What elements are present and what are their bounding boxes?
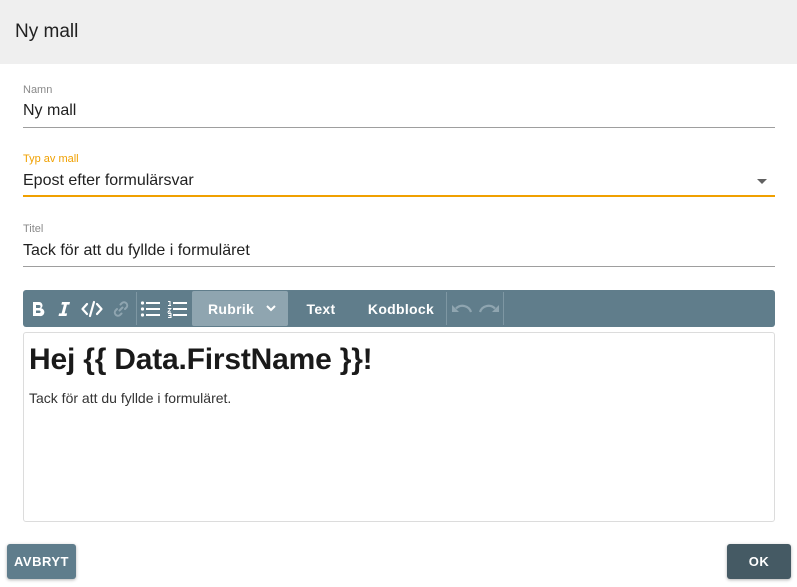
rich-text-editor[interactable]: Hej {{ Data.FirstName }}! Tack för att d… xyxy=(23,332,775,522)
cancel-button[interactable]: AVBRYT xyxy=(7,544,76,579)
bullet-list-icon xyxy=(140,300,160,317)
undo-button[interactable] xyxy=(449,290,475,327)
editor-paragraph[interactable]: Tack för att du fyllde i formuläret. xyxy=(29,390,231,406)
name-field[interactable]: Namn Ny mall xyxy=(23,82,775,129)
block-format-label: Rubrik xyxy=(208,300,255,317)
link-icon xyxy=(113,300,129,317)
template-type-value[interactable]: Epost efter formulärsvar xyxy=(23,172,194,190)
bullet-list-button[interactable] xyxy=(138,290,162,327)
redo-icon xyxy=(478,304,499,312)
name-underline xyxy=(23,127,775,128)
editor-toolbar: Rubrik Text Kodblock xyxy=(23,290,775,327)
ok-button[interactable]: OK xyxy=(727,544,791,579)
link-button[interactable] xyxy=(109,290,133,327)
bold-icon xyxy=(33,301,45,316)
toolbar-separator xyxy=(446,292,447,325)
inline-code-button[interactable] xyxy=(79,290,105,327)
name-label: Namn xyxy=(23,84,53,96)
template-type-select[interactable]: Typ av mall Epost efter formulärsvar xyxy=(23,152,775,200)
redo-button[interactable] xyxy=(476,290,502,327)
undo-icon xyxy=(452,304,473,312)
dropdown-caret-icon[interactable] xyxy=(757,179,767,184)
name-input[interactable]: Ny mall xyxy=(23,102,76,120)
italic-icon xyxy=(58,301,70,316)
numbered-list-button[interactable] xyxy=(165,290,189,327)
codeblock-button[interactable]: Kodblock xyxy=(353,290,449,327)
title-label: Titel xyxy=(23,223,44,235)
block-format-dropdown[interactable]: Rubrik xyxy=(192,291,288,326)
template-type-label: Typ av mall xyxy=(23,153,79,165)
text-button-label: Text xyxy=(306,300,336,317)
editor-heading[interactable]: Hej {{ Data.FirstName }}! xyxy=(29,343,373,377)
chevron-down-icon xyxy=(266,305,276,312)
text-button[interactable]: Text xyxy=(289,290,353,327)
template-type-underline xyxy=(23,195,775,197)
title-underline xyxy=(23,266,775,267)
code-icon xyxy=(81,300,103,317)
italic-button[interactable] xyxy=(53,290,75,327)
toolbar-separator xyxy=(136,292,137,325)
numbered-list-icon xyxy=(167,300,187,318)
title-input[interactable]: Tack för att du fyllde i formuläret xyxy=(23,242,250,260)
dialog-title: Ny mall xyxy=(15,21,79,42)
codeblock-button-label: Kodblock xyxy=(367,300,435,317)
toolbar-separator xyxy=(503,292,504,325)
bold-button[interactable] xyxy=(27,290,49,327)
title-field[interactable]: Titel Tack för att du fyllde i formuläre… xyxy=(23,222,775,269)
dialog-header: Ny mall xyxy=(0,0,797,64)
